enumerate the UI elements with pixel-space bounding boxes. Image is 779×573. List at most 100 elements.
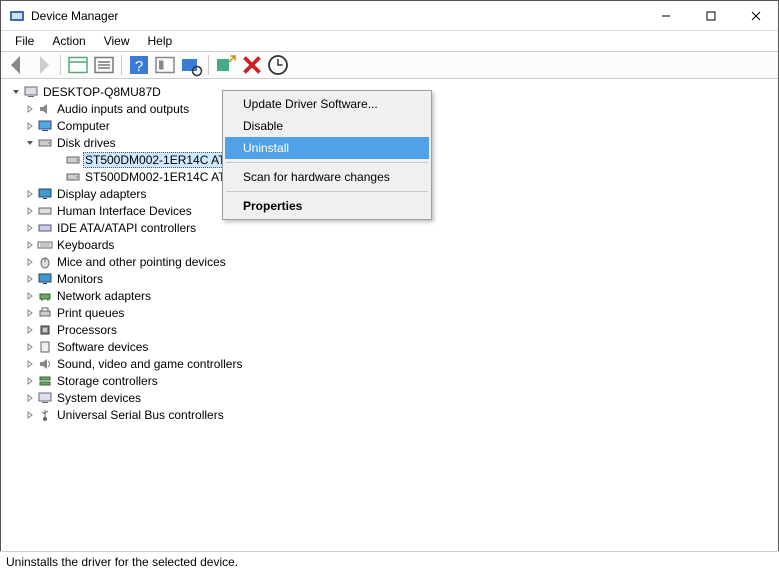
sound-icon xyxy=(37,356,53,372)
tree-node-processors[interactable]: Processors xyxy=(23,321,770,338)
maximize-button[interactable] xyxy=(688,1,733,31)
window-title: Device Manager xyxy=(31,9,643,23)
toolbar: ? xyxy=(1,51,778,79)
ctx-properties[interactable]: Properties xyxy=(225,195,429,217)
chevron-right-icon[interactable] xyxy=(23,323,37,337)
node-label: Display adapters xyxy=(55,187,148,201)
menu-action[interactable]: Action xyxy=(44,33,93,49)
software-icon xyxy=(37,339,53,355)
tree-node-storage[interactable]: Storage controllers xyxy=(23,372,770,389)
tree-root-label: DESKTOP-Q8MU87D xyxy=(41,85,163,99)
tree-node-monitors[interactable]: Monitors xyxy=(23,270,770,287)
menu-help[interactable]: Help xyxy=(140,33,181,49)
scan-button[interactable] xyxy=(179,53,203,77)
chevron-right-icon[interactable] xyxy=(23,221,37,235)
toolbar-sep xyxy=(121,55,122,75)
properties-button[interactable] xyxy=(92,53,116,77)
toolbar-sep xyxy=(60,55,61,75)
tree-node-usb[interactable]: Universal Serial Bus controllers xyxy=(23,406,770,423)
tree-node-mice[interactable]: Mice and other pointing devices xyxy=(23,253,770,270)
chevron-right-icon[interactable] xyxy=(23,340,37,354)
menu-file[interactable]: File xyxy=(7,33,42,49)
chevron-right-icon[interactable] xyxy=(23,374,37,388)
node-label: IDE ATA/ATAPI controllers xyxy=(55,221,198,235)
back-button[interactable] xyxy=(5,53,29,77)
chevron-right-icon[interactable] xyxy=(23,306,37,320)
node-label: Storage controllers xyxy=(55,374,160,388)
tree-node-keyboards[interactable]: Keyboards xyxy=(23,236,770,253)
tree-node-ide[interactable]: IDE ATA/ATAPI controllers xyxy=(23,219,770,236)
node-label: Sound, video and game controllers xyxy=(55,357,244,371)
node-label: Network adapters xyxy=(55,289,153,303)
node-label: Mice and other pointing devices xyxy=(55,255,228,269)
node-label: Processors xyxy=(55,323,119,337)
titlebar: Device Manager xyxy=(1,1,778,31)
ide-icon xyxy=(37,220,53,236)
display-icon xyxy=(37,186,53,202)
system-icon xyxy=(37,390,53,406)
ctx-uninstall[interactable]: Uninstall xyxy=(225,137,429,159)
context-menu: Update Driver Software... Disable Uninst… xyxy=(222,90,432,220)
ctx-update-driver[interactable]: Update Driver Software... xyxy=(225,93,429,115)
chevron-down-icon[interactable] xyxy=(9,85,23,99)
minimize-button[interactable] xyxy=(643,1,688,31)
delete-button[interactable] xyxy=(240,53,264,77)
node-label: Software devices xyxy=(55,340,150,354)
ctx-disable[interactable]: Disable xyxy=(225,115,429,137)
tree-node-sound[interactable]: Sound, video and game controllers xyxy=(23,355,770,372)
computer-icon xyxy=(37,118,53,134)
node-label: Human Interface Devices xyxy=(55,204,194,218)
hid-icon xyxy=(37,203,53,219)
storage-icon xyxy=(37,373,53,389)
toolbar-sep xyxy=(208,55,209,75)
show-button[interactable] xyxy=(66,53,90,77)
update-button[interactable] xyxy=(266,53,290,77)
chevron-right-icon[interactable] xyxy=(23,255,37,269)
tree-node-software[interactable]: Software devices xyxy=(23,338,770,355)
chevron-right-icon[interactable] xyxy=(23,102,37,116)
node-label: Computer xyxy=(55,119,112,133)
ctx-sep xyxy=(226,162,428,163)
forward-button[interactable] xyxy=(31,53,55,77)
node-label: Universal Serial Bus controllers xyxy=(55,408,226,422)
cpu-icon xyxy=(37,322,53,338)
keyboard-icon xyxy=(37,237,53,253)
monitor-icon xyxy=(37,271,53,287)
svg-text:?: ? xyxy=(135,58,143,75)
statusbar: Uninstalls the driver for the selected d… xyxy=(0,551,779,573)
status-text: Uninstalls the driver for the selected d… xyxy=(6,555,238,569)
ctx-sep xyxy=(226,191,428,192)
tree-node-system[interactable]: System devices xyxy=(23,389,770,406)
options-button[interactable] xyxy=(153,53,177,77)
print-icon xyxy=(37,305,53,321)
tree-node-print[interactable]: Print queues xyxy=(23,304,770,321)
chevron-right-icon[interactable] xyxy=(23,357,37,371)
chevron-right-icon[interactable] xyxy=(23,238,37,252)
app-icon xyxy=(9,8,25,24)
chevron-right-icon[interactable] xyxy=(23,272,37,286)
chevron-right-icon[interactable] xyxy=(23,204,37,218)
add-legacy-button[interactable] xyxy=(214,53,238,77)
ctx-scan[interactable]: Scan for hardware changes xyxy=(225,166,429,188)
help-button[interactable]: ? xyxy=(127,53,151,77)
node-label: Monitors xyxy=(55,272,105,286)
disk-icon xyxy=(65,169,81,185)
disk-icon xyxy=(65,152,81,168)
chevron-right-icon[interactable] xyxy=(23,391,37,405)
usb-icon xyxy=(37,407,53,423)
chevron-right-icon[interactable] xyxy=(23,119,37,133)
node-label: Audio inputs and outputs xyxy=(55,102,191,116)
chevron-right-icon[interactable] xyxy=(23,289,37,303)
chevron-right-icon[interactable] xyxy=(23,408,37,422)
close-button[interactable] xyxy=(733,1,778,31)
chevron-down-icon[interactable] xyxy=(23,136,37,150)
audio-icon xyxy=(37,101,53,117)
node-label: System devices xyxy=(55,391,143,405)
menu-view[interactable]: View xyxy=(96,33,138,49)
node-label: Keyboards xyxy=(55,238,116,252)
chevron-right-icon[interactable] xyxy=(23,187,37,201)
mouse-icon xyxy=(37,254,53,270)
network-icon xyxy=(37,288,53,304)
node-label: Disk drives xyxy=(55,136,118,150)
tree-node-network[interactable]: Network adapters xyxy=(23,287,770,304)
